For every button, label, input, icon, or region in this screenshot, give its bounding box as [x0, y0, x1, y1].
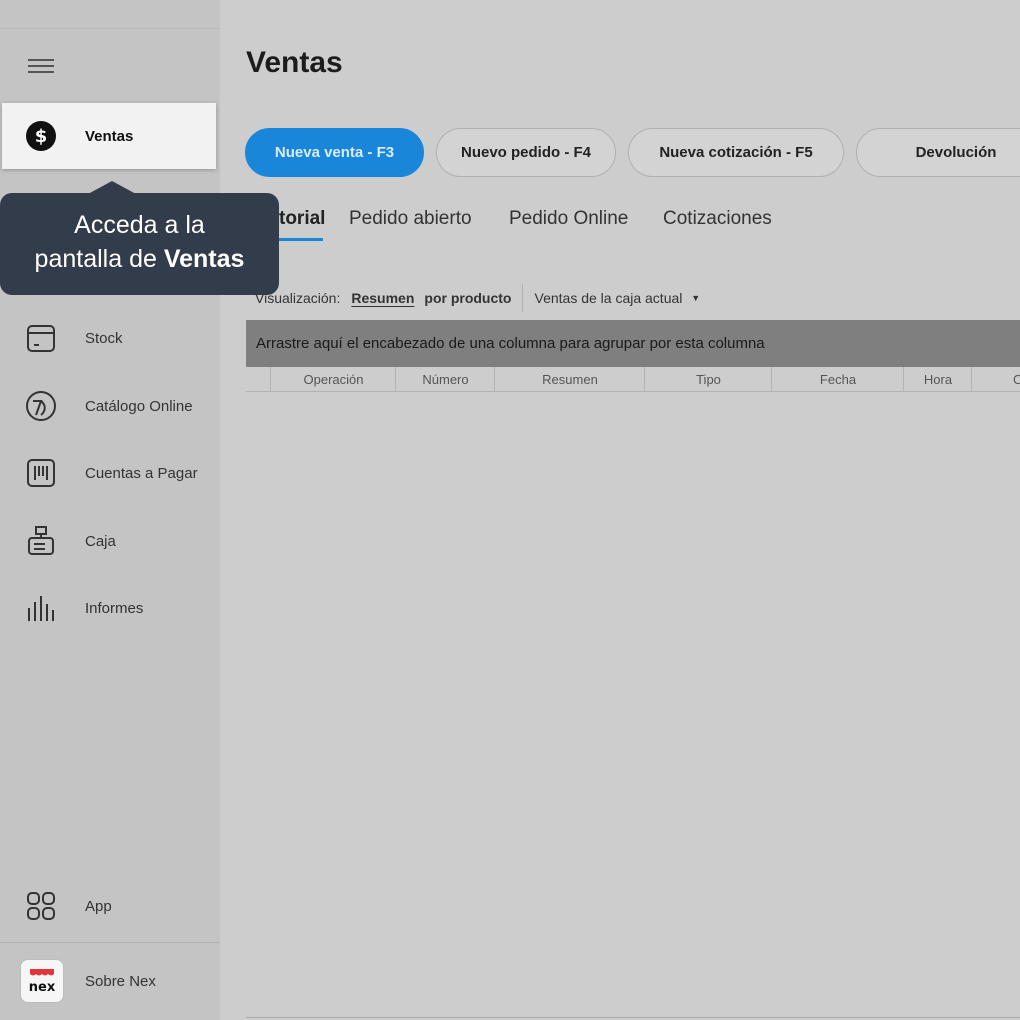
group-by-hint: Arrastre aquí el encabezado de una colum…: [256, 335, 765, 352]
grid-selector-column: [246, 367, 271, 391]
sidebar-item-informes[interactable]: Informes: [0, 583, 220, 633]
sidebar-top-divider: [0, 28, 220, 29]
nex-logo-text: nex: [29, 980, 56, 995]
tooltip-line-1: Acceda a la: [74, 211, 205, 239]
tooltip-callout: Acceda a la pantalla de Ventas: [0, 181, 279, 295]
tab-cotizaciones[interactable]: Cotizaciones: [663, 208, 772, 230]
bar-chart-icon: [24, 591, 58, 625]
tooltip-line-2-bold: Ventas: [163, 245, 245, 273]
column-tipo[interactable]: Tipo: [644, 367, 772, 391]
column-c[interactable]: C: [971, 367, 1020, 391]
group-by-drop-area[interactable]: Arrastre aquí el encabezado de una colum…: [246, 320, 1020, 367]
column-resumen[interactable]: Resumen: [494, 367, 645, 391]
sidebar-item-cuentas-a-pagar[interactable]: Cuentas a Pagar: [0, 448, 220, 498]
nueva-cotizacion-button[interactable]: Nueva cotización - F5: [628, 128, 844, 177]
sidebar-item-label: Catálogo Online: [85, 397, 193, 415]
nuevo-pedido-button[interactable]: Nuevo pedido - F4: [436, 128, 616, 177]
catalog-icon: [24, 389, 58, 423]
column-numero[interactable]: Número: [395, 367, 495, 391]
tab-pedido-online[interactable]: Pedido Online: [509, 208, 628, 230]
sidebar-item-label: App: [85, 897, 112, 915]
tooltip-line-2: pantalla de Ventas: [0, 242, 279, 276]
sidebar-item-label: Cuentas a Pagar: [85, 464, 198, 482]
sidebar-item-ventas[interactable]: $ Ventas: [2, 103, 216, 169]
sidebar-item-stock[interactable]: Stock: [0, 313, 220, 363]
visualization-divider: [521, 284, 523, 312]
sidebar-bottom-divider: [0, 942, 220, 943]
sidebar-item-label: Stock: [85, 329, 123, 347]
sidebar-item-label: Sobre Nex: [85, 972, 156, 990]
column-fecha[interactable]: Fecha: [771, 367, 904, 391]
sidebar-item-label: Informes: [85, 599, 144, 617]
box-icon: [24, 321, 58, 355]
sidebar: $ Ventas Stock Catálogo Online Cuentas a…: [0, 0, 220, 1020]
nueva-venta-button[interactable]: Nueva venta - F3: [245, 128, 424, 177]
sidebar-item-label: Caja: [85, 532, 116, 550]
menu-icon[interactable]: [28, 59, 54, 77]
sidebar-item-app[interactable]: App: [0, 881, 220, 931]
barcode-icon: [24, 456, 58, 490]
column-operacion[interactable]: Operación: [270, 367, 396, 391]
svg-text:$: $: [35, 126, 48, 147]
sidebar-item-label: Ventas: [85, 127, 134, 145]
cash-register-icon: [24, 524, 58, 558]
caret-down-icon: ▼: [691, 293, 701, 303]
tab-historial[interactable]: torial: [279, 208, 325, 230]
view-por-producto-option[interactable]: por producto: [424, 290, 511, 306]
nex-logo: nex: [20, 959, 64, 1003]
tooltip-arrow: [88, 181, 136, 194]
page-title: Ventas: [246, 46, 343, 79]
grid-bottom-border: [246, 1017, 1020, 1018]
tooltip-line-2-prefix: pantalla de: [34, 245, 164, 273]
sidebar-item-caja[interactable]: Caja: [0, 516, 220, 566]
devolucion-button[interactable]: Devolución: [856, 128, 1020, 177]
cash-filter-value: Ventas de la caja actual: [534, 290, 683, 306]
dollar-circle-icon: $: [24, 119, 58, 153]
column-hora[interactable]: Hora: [903, 367, 972, 391]
grid-icon: [24, 889, 58, 923]
sidebar-item-catalogo-online[interactable]: Catálogo Online: [0, 381, 220, 431]
view-resumen-option[interactable]: Resumen: [351, 290, 414, 306]
tab-pedido-abierto[interactable]: Pedido abierto: [349, 208, 472, 230]
cash-filter-dropdown[interactable]: Ventas de la caja actual ▼: [535, 290, 701, 306]
visualization-bar: Visualización: Resumen por producto Vent…: [255, 284, 700, 312]
grid-header: Operación Número Resumen Tipo Fecha Hora…: [246, 367, 1020, 392]
